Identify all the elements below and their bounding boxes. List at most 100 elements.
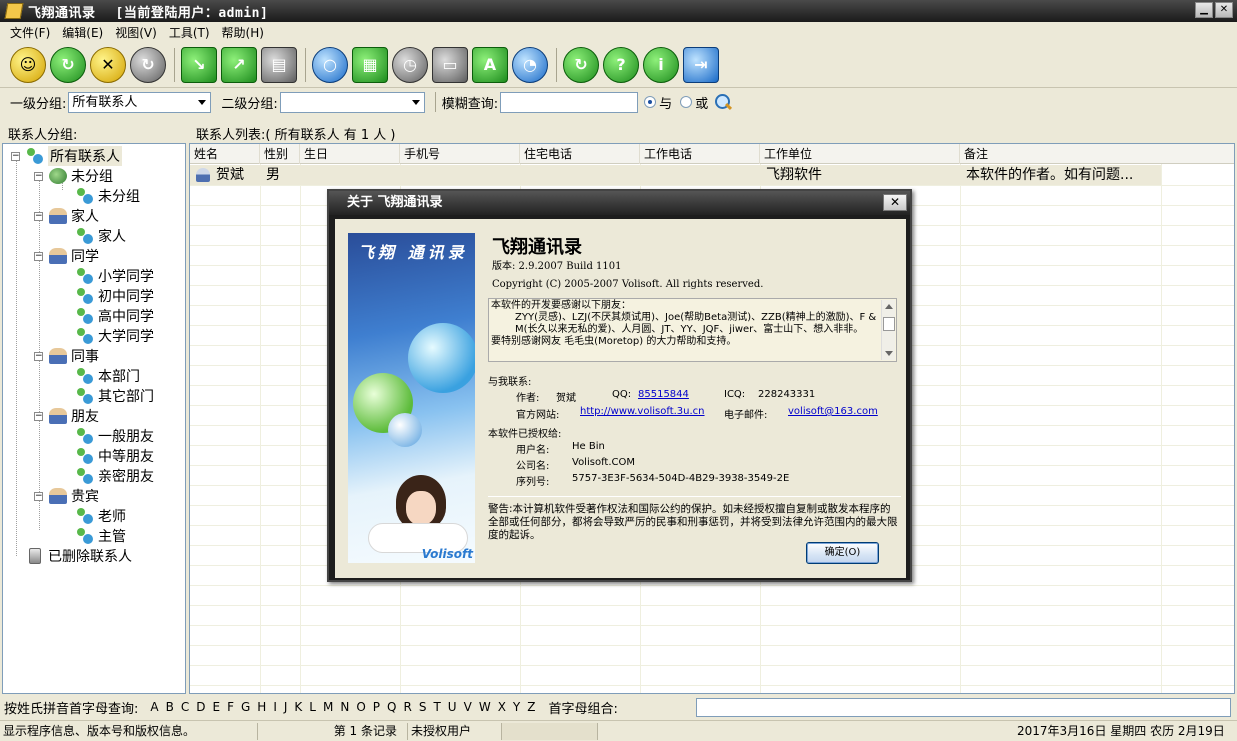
letter-button-m[interactable]: M: [323, 700, 333, 714]
tree-item-colleagues[interactable]: − 同事: [34, 346, 99, 366]
tree-item-junior-classmates[interactable]: 初中同学: [76, 286, 154, 306]
tree-item-vip[interactable]: − 贵宾: [34, 486, 99, 506]
collapse-icon[interactable]: −: [34, 351, 43, 361]
fuzzy-search-input[interactable]: [500, 91, 639, 113]
group1-select[interactable]: 所有联系人: [68, 91, 212, 113]
tree-item-supervisors[interactable]: 主管: [76, 526, 126, 546]
ok-button[interactable]: 确定(O): [806, 542, 879, 564]
info-icon[interactable]: i: [643, 46, 679, 83]
search-icon[interactable]: [714, 93, 732, 111]
tree-item-senior-classmates[interactable]: 高中同学: [76, 306, 154, 326]
exit-icon[interactable]: ⇥: [683, 46, 719, 83]
or-radio[interactable]: [680, 96, 693, 108]
fax-icon[interactable]: ▭: [432, 46, 468, 83]
tree-item-family[interactable]: − 家人: [34, 206, 99, 226]
scroll-down-icon[interactable]: [885, 351, 893, 356]
and-radio[interactable]: [644, 96, 657, 108]
collapse-icon[interactable]: −: [34, 411, 43, 421]
tree-item-all-contacts[interactable]: − 所有联系人: [11, 146, 122, 166]
letter-button-r[interactable]: R: [403, 700, 411, 714]
letter-combo-input[interactable]: [696, 698, 1231, 717]
tree-item-primary-classmates[interactable]: 小学同学: [76, 266, 154, 286]
letter-button-g[interactable]: G: [241, 700, 250, 714]
dialog-close-button[interactable]: ✕: [883, 194, 907, 211]
letter-button-w[interactable]: W: [479, 700, 491, 714]
tree-item-own-department[interactable]: 本部门: [76, 366, 140, 386]
book-icon[interactable]: A: [472, 46, 508, 83]
letter-button-z[interactable]: Z: [527, 700, 535, 714]
clock-icon[interactable]: ◷: [392, 46, 428, 83]
collapse-icon[interactable]: −: [34, 491, 43, 501]
tree-item-deleted-contacts[interactable]: 已删除联系人: [26, 546, 132, 566]
tree-item-family-sub[interactable]: 家人: [76, 226, 126, 246]
group-tree[interactable]: − 所有联系人 − 未分组 未分组 − 家人 家人 − 同学 小学同学 初中同学…: [2, 143, 186, 694]
table-row[interactable]: 贺斌 男 飞翔软件 本软件的作者。如有问题...: [190, 165, 1161, 185]
email-link[interactable]: volisoft@163.com: [788, 406, 878, 417]
collapse-icon[interactable]: −: [34, 171, 43, 181]
letter-button-c[interactable]: C: [181, 700, 189, 714]
thanks-scrollbar[interactable]: [881, 300, 895, 360]
smiley-icon[interactable]: ☺: [10, 46, 46, 83]
letter-button-p[interactable]: P: [373, 700, 380, 714]
tree-item-friends[interactable]: − 朋友: [34, 406, 99, 426]
help-icon[interactable]: ?: [603, 46, 639, 83]
letter-button-f[interactable]: F: [227, 700, 234, 714]
letter-button-y[interactable]: Y: [513, 700, 520, 714]
column-header-company[interactable]: 工作单位: [760, 144, 960, 164]
letter-button-h[interactable]: H: [257, 700, 266, 714]
search-icon[interactable]: ○: [312, 46, 348, 83]
column-header-name[interactable]: 姓名: [190, 144, 260, 164]
column-header-work-phone[interactable]: 工作电话: [640, 144, 760, 164]
collapse-icon[interactable]: −: [11, 151, 20, 161]
letter-button-n[interactable]: N: [340, 700, 349, 714]
tree-item-university-classmates[interactable]: 大学同学: [76, 326, 154, 346]
import-icon[interactable]: ↘: [181, 46, 217, 83]
export-icon[interactable]: ↗: [221, 46, 257, 83]
minimize-button[interactable]: ▁: [1195, 2, 1213, 18]
letter-button-l[interactable]: L: [309, 700, 316, 714]
column-header-gender[interactable]: 性别: [260, 144, 300, 164]
tree-item-ungrouped[interactable]: − 未分组: [34, 166, 113, 186]
tree-item-teachers[interactable]: 老师: [76, 506, 126, 526]
menu-tools[interactable]: 工具(T): [169, 24, 210, 41]
print-icon[interactable]: ▤: [261, 46, 297, 83]
sync-icon[interactable]: ↻: [130, 46, 166, 83]
website-link[interactable]: http://www.volisoft.3u.cn: [580, 406, 705, 417]
scroll-thumb[interactable]: [883, 317, 895, 331]
letter-button-d[interactable]: D: [196, 700, 205, 714]
close-button[interactable]: ✕: [1215, 2, 1233, 18]
scroll-up-icon[interactable]: [885, 304, 893, 309]
refresh-contact-icon[interactable]: ↻: [50, 46, 86, 83]
tree-item-medium-friends[interactable]: 中等朋友: [76, 446, 154, 466]
column-header-birthday[interactable]: 生日: [300, 144, 400, 164]
collapse-icon[interactable]: −: [34, 211, 43, 221]
menu-view[interactable]: 视图(V): [115, 24, 157, 41]
chart-icon[interactable]: ◔: [512, 46, 548, 83]
tree-item-classmates[interactable]: − 同学: [34, 246, 99, 266]
column-header-note[interactable]: 备注: [960, 144, 1234, 164]
tree-item-ungrouped-sub[interactable]: 未分组: [76, 186, 140, 206]
menu-file[interactable]: 文件(F): [10, 24, 50, 41]
tree-item-casual-friends[interactable]: 一般朋友: [76, 426, 154, 446]
letter-button-o[interactable]: O: [356, 700, 365, 714]
tree-item-close-friends[interactable]: 亲密朋友: [76, 466, 154, 486]
letter-button-v[interactable]: V: [464, 700, 472, 714]
group2-select[interactable]: [279, 91, 425, 113]
collapse-icon[interactable]: −: [34, 251, 43, 261]
letter-button-u[interactable]: U: [448, 700, 457, 714]
calendar-icon[interactable]: ▦: [352, 46, 388, 83]
tree-item-other-departments[interactable]: 其它部门: [76, 386, 154, 406]
menu-edit[interactable]: 编辑(E): [62, 24, 103, 41]
letter-button-i[interactable]: I: [273, 700, 277, 714]
thanks-textbox[interactable]: 本软件的开发要感谢以下朋友： ZYY(灵感)、LZJ(不厌其烦试用)、Joe(帮…: [488, 298, 897, 362]
letter-button-x[interactable]: X: [498, 700, 506, 714]
update-icon[interactable]: ↻: [563, 46, 599, 83]
letter-button-e[interactable]: E: [212, 700, 220, 714]
qq-link[interactable]: 85515844: [638, 389, 689, 400]
column-header-mobile[interactable]: 手机号: [400, 144, 520, 164]
letter-button-a[interactable]: A: [150, 700, 158, 714]
column-header-home-phone[interactable]: 住宅电话: [520, 144, 640, 164]
letter-button-q[interactable]: Q: [387, 700, 396, 714]
letter-button-j[interactable]: J: [284, 700, 288, 714]
menu-help[interactable]: 帮助(H): [222, 24, 264, 41]
